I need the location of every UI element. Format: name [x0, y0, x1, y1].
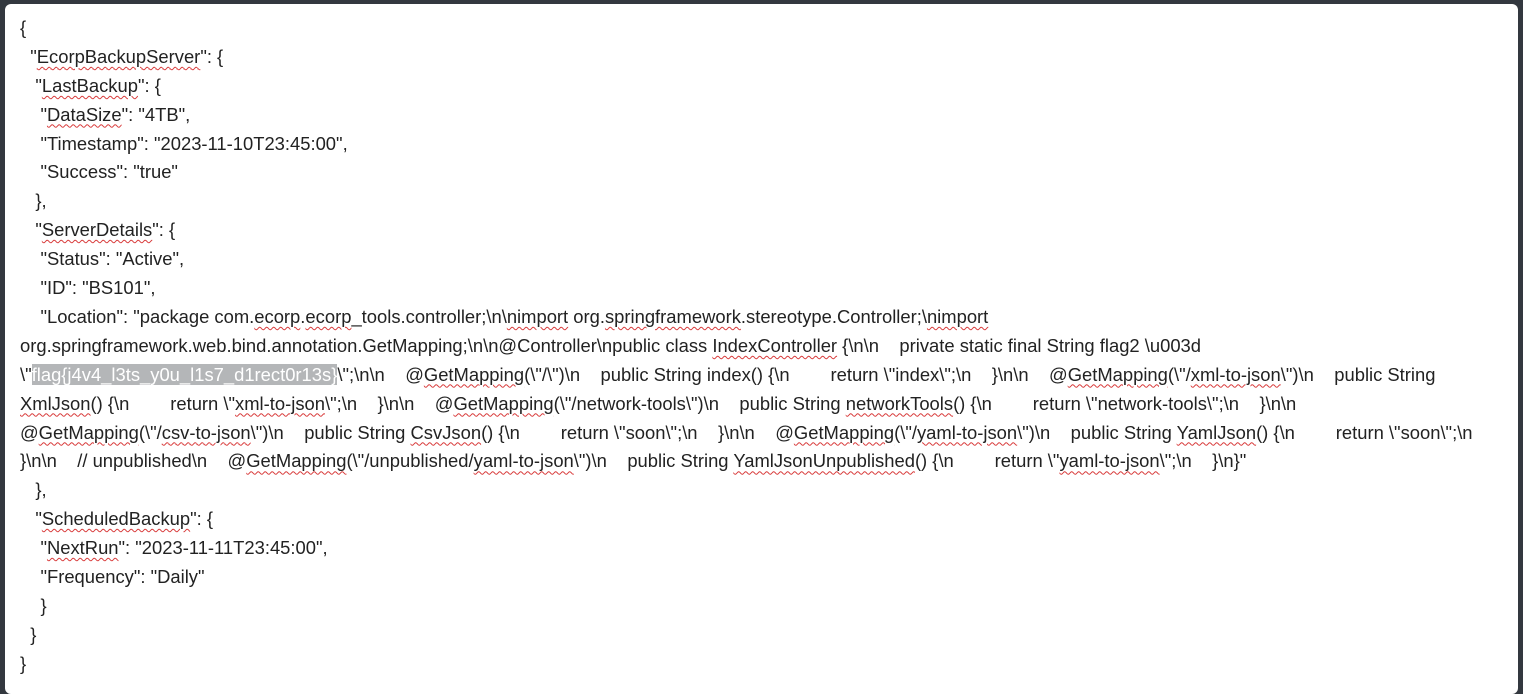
misspelled-word: YamlJson: [1176, 421, 1257, 443]
misspelled-word: GetMapping: [38, 421, 139, 443]
misspelled-word: springframework: [604, 305, 741, 327]
misspelled-word: NextRun: [46, 537, 119, 559]
text-segment: }: [20, 623, 37, 645]
misspelled-word: ScheduledBackup: [41, 508, 191, 530]
text-segment: org.: [568, 305, 605, 327]
misspelled-word: LastBackup: [41, 74, 138, 96]
misspelled-word: CsvJson: [410, 421, 482, 443]
text-segment: \";\n\n @: [337, 363, 424, 385]
text-segment: ": [20, 219, 42, 241]
misspelled-word: GetMapping: [1067, 363, 1168, 385]
text-segment: () {\n return \": [914, 450, 1060, 472]
text-line: "ID": "BS101",: [20, 274, 1480, 303]
misspelled-word: yaml-to-json: [916, 421, 1018, 443]
misspelled-word: IndexController: [712, 334, 838, 356]
text-segment: "ID": "BS101",: [20, 277, 156, 299]
text-segment: },: [20, 479, 47, 501]
misspelled-word: ServerDetails: [41, 219, 153, 241]
text-segment: \";\n }\n\n @: [324, 392, 454, 414]
misspelled-word: nimport: [926, 305, 989, 327]
text-segment: }: [20, 652, 27, 674]
text-segment: ": [20, 537, 47, 559]
text-line: "Frequency": "Daily": [20, 563, 1480, 592]
text-line: "EcorpBackupServer": {: [20, 43, 1480, 72]
text-line: }: [20, 592, 1480, 621]
misspelled-word: ecorp: [305, 305, 352, 327]
text-segment: {: [20, 17, 27, 38]
misspelled-word: EcorpBackupServer: [36, 45, 201, 67]
text-line: }: [20, 621, 1480, 650]
misspelled-word: ecorp: [254, 305, 301, 327]
text-segment: ": {: [137, 74, 161, 96]
misspelled-word: GetMapping: [793, 421, 895, 443]
text-segment: \")\n public String: [250, 421, 411, 443]
text-segment: _tools.controller;\n\: [351, 305, 507, 327]
text-segment: ": [20, 103, 47, 125]
text-segment: \";\n }\n}": [1159, 450, 1247, 472]
text-segment: \")\n public String: [1017, 421, 1177, 443]
text-line: "Success": "true": [20, 158, 1480, 187]
text-segment: (\"/: [1167, 363, 1191, 385]
text-segment: ": [20, 45, 37, 67]
json-text-editor[interactable]: { "EcorpBackupServer": { "LastBackup": {…: [20, 14, 1480, 679]
selected-text[interactable]: flag{j4v4_l3ts_y0u_l1s7_d1rect0r13s}: [31, 363, 338, 385]
text-segment: }: [20, 594, 47, 616]
text-segment: "Frequency": "Daily": [20, 566, 205, 588]
text-line: {: [20, 14, 1480, 43]
text-segment: },: [20, 190, 47, 212]
text-segment: .stereotype.Controller;\: [740, 305, 927, 327]
text-segment: ": [20, 74, 42, 96]
misspelled-word: DataSize: [46, 103, 122, 125]
text-line: "ScheduledBackup": {: [20, 505, 1480, 534]
text-segment: () {\n return \": [90, 392, 236, 414]
document-window: { "EcorpBackupServer": { "LastBackup": {…: [5, 4, 1518, 694]
text-segment: () {\n return \"soon\";\n }\n\n @: [481, 421, 794, 443]
text-segment: ": [20, 508, 42, 530]
text-line: "Status": "Active",: [20, 245, 1480, 274]
text-line: }: [20, 650, 1480, 679]
text-paragraph: "Location": "package com.ecorp.ecorp_too…: [20, 303, 1480, 476]
text-line: "NextRun": "2023-11-11T23:45:00",: [20, 534, 1480, 563]
text-segment: (\"/: [138, 421, 162, 443]
misspelled-word: GetMapping: [423, 363, 525, 385]
misspelled-word: yaml-to-json: [473, 450, 574, 472]
misspelled-word: XmlJson: [20, 392, 91, 414]
misspelled-word: networkTools: [845, 392, 954, 414]
text-segment: (\"/network-tools\")\n public String: [553, 392, 846, 414]
text-segment: \")\n public String: [573, 450, 734, 472]
text-line: },: [20, 476, 1480, 505]
misspelled-word: csv-to-json: [161, 421, 251, 443]
misspelled-word: xml-to-json: [1190, 363, 1281, 385]
misspelled-word: GetMapping: [453, 392, 554, 414]
misspelled-word: GetMapping: [246, 450, 347, 472]
misspelled-word: YamlJsonUnpublished: [733, 450, 915, 472]
text-segment: "Timestamp": "2023-11-10T23:45:00",: [20, 132, 348, 154]
text-segment: ": {: [152, 219, 176, 241]
misspelled-word: xml-to-json: [235, 392, 325, 414]
text-segment: (\"/: [894, 421, 917, 443]
misspelled-word: yaml-to-json: [1059, 450, 1160, 472]
text-segment: (\"/unpublished/: [346, 450, 474, 472]
text-line: "ServerDetails": {: [20, 216, 1480, 245]
text-segment: ": {: [190, 508, 214, 530]
text-segment: \")\n public String: [1280, 363, 1441, 385]
text-segment: "Success": "true": [20, 161, 178, 183]
text-line: },: [20, 187, 1480, 216]
text-segment: ": "2023-11-11T23:45:00",: [118, 537, 328, 559]
text-segment: "Location": "package com.: [20, 305, 255, 327]
text-line: "LastBackup": {: [20, 72, 1480, 101]
text-line: "Timestamp": "2023-11-10T23:45:00",: [20, 130, 1480, 159]
text-segment: (\"/\")\n public String index() {\n retu…: [524, 363, 1068, 385]
text-segment: ": {: [200, 45, 224, 67]
misspelled-word: nimport: [506, 305, 569, 327]
text-segment: ": "4TB",: [121, 103, 191, 125]
text-line: "DataSize": "4TB",: [20, 101, 1480, 130]
text-segment: "Status": "Active",: [20, 248, 185, 270]
